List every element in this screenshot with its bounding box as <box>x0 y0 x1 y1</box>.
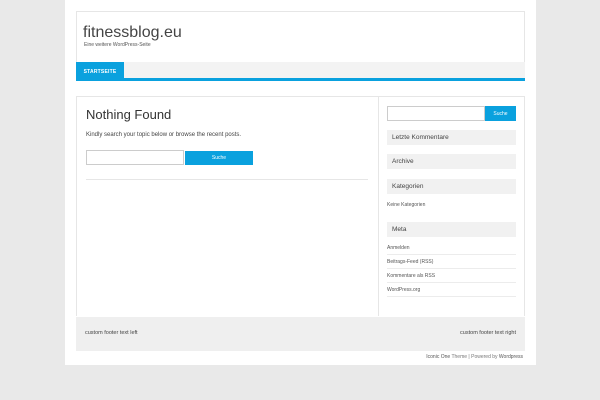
site-header: fitnessblog.eu Eine weitere WordPress-Se… <box>76 11 525 62</box>
credit-text: Theme | Powered by <box>450 354 499 360</box>
widget-title-archive: Archive <box>387 154 516 169</box>
main-navigation: STARTSEITE <box>76 62 525 81</box>
site-description: Eine weitere WordPress-Seite <box>84 42 151 48</box>
meta-link-comments-rss[interactable]: Kommentare als RSS <box>387 273 516 279</box>
sidebar-search-input[interactable] <box>387 106 485 121</box>
categories-empty-text: Keine Kategorien <box>387 202 426 208</box>
meta-link-wordpress-org[interactable]: WordPress.org <box>387 287 516 293</box>
meta-link-feed[interactable]: Beitrags-Feed (RSS) <box>387 259 516 265</box>
main-divider <box>86 179 368 180</box>
main-search-input[interactable] <box>86 150 184 165</box>
widget-title-recent-comments: Letzte Kommentare <box>387 130 516 145</box>
site-footer: custom footer text left custom footer te… <box>76 317 525 351</box>
main-search-button[interactable]: Suche <box>185 151 253 165</box>
main-content: Nothing Found Kindly search your topic b… <box>77 96 379 316</box>
sidebar-search-button[interactable]: Suche <box>485 106 516 121</box>
meta-link-divider <box>387 254 516 255</box>
not-found-message: Kindly search your topic below or browse… <box>86 132 242 138</box>
wordpress-link[interactable]: Wordpress <box>499 354 523 360</box>
meta-link-divider <box>387 268 516 269</box>
meta-link-divider <box>387 296 516 297</box>
meta-link-anmelden[interactable]: Anmelden <box>387 245 516 251</box>
footer-text-left: custom footer text left <box>85 330 138 336</box>
meta-link-divider <box>387 282 516 283</box>
content-area: Nothing Found Kindly search your topic b… <box>76 96 525 316</box>
theme-link[interactable]: Iconic One <box>426 354 450 360</box>
site-title[interactable]: fitnessblog.eu <box>83 24 182 42</box>
footer-text-right: custom footer text right <box>460 330 516 336</box>
page-title: Nothing Found <box>86 107 172 122</box>
widget-title-meta: Meta <box>387 222 516 237</box>
column-divider <box>378 96 379 316</box>
theme-credit: Iconic One Theme | Powered by Wordpress <box>426 354 523 360</box>
nav-item-startseite[interactable]: STARTSEITE <box>76 62 124 81</box>
widget-title-categories: Kategorien <box>387 179 516 194</box>
page-container: fitnessblog.eu Eine weitere WordPress-Se… <box>65 0 536 365</box>
